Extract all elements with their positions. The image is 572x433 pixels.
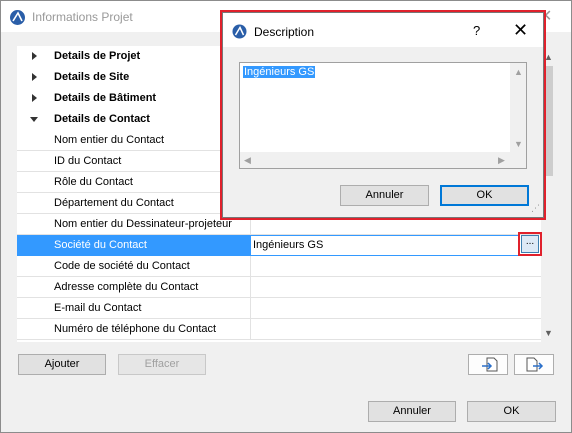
ok-button[interactable]: OK bbox=[467, 401, 556, 422]
tree-group-label: Details de Bâtiment bbox=[54, 92, 157, 104]
scroll-down-icon[interactable]: ▼ bbox=[544, 328, 553, 338]
window-title: Informations Projet bbox=[32, 10, 133, 24]
tree-item[interactable]: E-mail du Contact bbox=[17, 298, 541, 319]
dialog-ok-button[interactable]: OK bbox=[440, 185, 529, 206]
tree-item-label: Numéro de téléphone du Contact bbox=[54, 323, 217, 335]
app-logo-icon bbox=[10, 10, 25, 25]
scroll-right-icon[interactable]: ▶ bbox=[498, 155, 505, 166]
expand-arrow-icon[interactable] bbox=[32, 73, 37, 81]
tree-group-label: Details de Projet bbox=[54, 50, 141, 62]
tree-item-label: Rôle du Contact bbox=[54, 176, 133, 188]
dialog-close-icon[interactable]: ✕ bbox=[513, 20, 528, 41]
tree-item-label: Nom entier du Contact bbox=[54, 134, 165, 146]
scroll-up-icon[interactable]: ▲ bbox=[544, 52, 553, 62]
dialog-cancel-button[interactable]: Annuler bbox=[340, 185, 429, 206]
tree-item[interactable]: Code de société du Contact bbox=[17, 256, 541, 277]
tree-item-label: Nom entier du Dessinateur-projeteur bbox=[54, 218, 232, 230]
cancel-button[interactable]: Annuler bbox=[368, 401, 456, 422]
tree-item-label: ID du Contact bbox=[54, 155, 122, 167]
tree-item[interactable]: Numéro de téléphone du Contact bbox=[17, 319, 541, 340]
tree-item-label: E-mail du Contact bbox=[54, 302, 142, 314]
expand-arrow-icon[interactable] bbox=[32, 94, 37, 102]
add-button[interactable]: Ajouter bbox=[18, 354, 106, 375]
collapse-arrow-icon[interactable] bbox=[30, 117, 38, 122]
tree-group-label: Details de Contact bbox=[54, 113, 150, 125]
scroll-down-icon[interactable]: ▼ bbox=[514, 139, 523, 149]
description-textarea[interactable]: Ingénieurs GS ▲ ▼ ◀ ▶ bbox=[239, 62, 527, 169]
tree-item-label: Adresse complète du Contact bbox=[54, 281, 199, 293]
scroll-left-icon[interactable]: ◀ bbox=[244, 155, 251, 166]
import-button[interactable] bbox=[468, 354, 508, 375]
dialog-title-bar: Description ? ✕ bbox=[223, 13, 543, 47]
resize-grip-icon[interactable]: ⋰ bbox=[531, 203, 540, 214]
dialog-title: Description bbox=[254, 25, 315, 39]
app-logo-icon bbox=[232, 24, 247, 39]
export-icon bbox=[526, 357, 544, 372]
description-dialog: Description ? ✕ Ingénieurs GS ▲ ▼ ◀ ▶ An… bbox=[222, 12, 544, 218]
help-icon[interactable]: ? bbox=[473, 23, 480, 38]
tree-group-label: Details de Site bbox=[54, 71, 130, 83]
tree-item-value[interactable]: Ingénieurs GS bbox=[253, 239, 323, 251]
description-text[interactable]: Ingénieurs GS bbox=[243, 66, 316, 78]
browse-button[interactable]: ... bbox=[521, 235, 539, 253]
scroll-thumb[interactable] bbox=[543, 66, 553, 176]
tree-item-selected[interactable]: Société du Contact Ingénieurs GS bbox=[17, 235, 541, 256]
scroll-up-icon[interactable]: ▲ bbox=[514, 67, 523, 77]
import-icon bbox=[482, 357, 498, 372]
expand-arrow-icon[interactable] bbox=[32, 52, 37, 60]
export-button[interactable] bbox=[514, 354, 554, 375]
tree-item-label: Code de société du Contact bbox=[54, 260, 190, 272]
tree-item-label: Département du Contact bbox=[54, 197, 174, 209]
tree-item[interactable]: Adresse complète du Contact bbox=[17, 277, 541, 298]
delete-button[interactable]: Effacer bbox=[118, 354, 206, 375]
tree-item-label: Société du Contact bbox=[54, 239, 147, 251]
